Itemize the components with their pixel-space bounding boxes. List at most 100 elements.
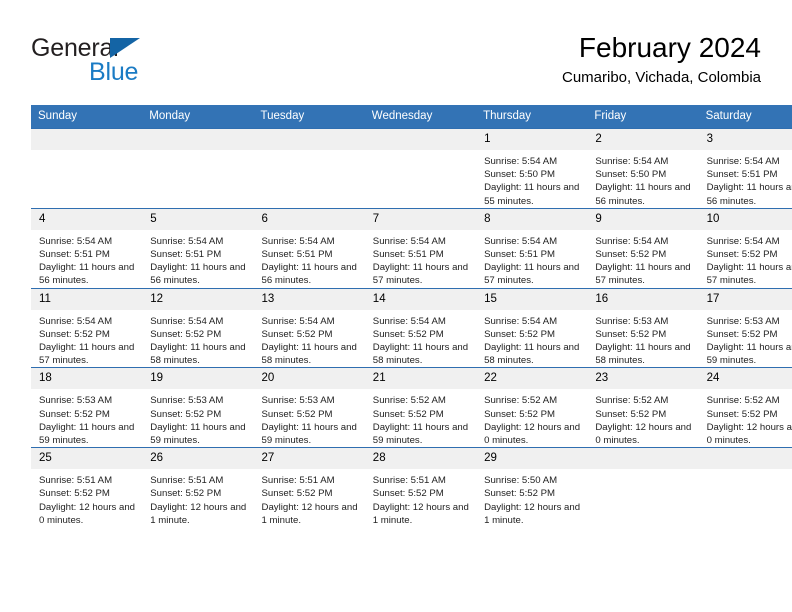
daylight-text: Daylight: 11 hours and 56 minutes. <box>595 182 691 207</box>
day-number <box>253 129 365 150</box>
sunrise-text: Sunrise: 5:53 AM <box>39 395 113 407</box>
calendar-day-cell[interactable]: 2 Sunrise: 5:54 AM Sunset: 5:50 PM Daylight… <box>587 128 699 209</box>
calendar-day-cell[interactable]: 15 Sunrise: 5:54 AM Sunset: 5:52 PM Dayligh… <box>476 287 588 368</box>
calendar-day-cell[interactable]: 11 Sunrise: 5:54 AM Sunset: 5:52 PM Dayligh… <box>31 287 143 368</box>
calendar-day-cell[interactable]: 9 Sunrise: 5:54 AM Sunset: 5:52 PM Daylight… <box>587 207 699 289</box>
sunrise-text: Sunrise: 5:54 AM <box>261 315 335 327</box>
weekday-header-thursday: Thursday <box>476 105 588 129</box>
calendar-day-cell[interactable]: 6 Sunrise: 5:54 AM Sunset: 5:51 PM Daylight… <box>253 207 365 289</box>
calendar-day-cell[interactable]: 29 Sunrise: 5:50 AM Sunset: 5:52 PM Dayligh… <box>476 447 588 528</box>
daylight-text: Daylight: 11 hours and 57 minutes. <box>484 262 580 287</box>
sunset-text: Sunset: 5:52 PM <box>150 408 222 420</box>
day-number: 17 <box>698 288 792 310</box>
page-title: February 2024 <box>578 32 761 63</box>
day-sun-info: Sunrise: 5:54 AM Sunset: 5:50 PM Daylight:… <box>587 150 698 208</box>
daylight-text: Daylight: 12 hours and 1 minute. <box>372 501 469 526</box>
sunrise-text: Sunrise: 5:53 AM <box>150 395 224 407</box>
calendar-day-cell[interactable]: 8 Sunrise: 5:54 AM Sunset: 5:51 PM Daylight… <box>476 207 588 289</box>
day-sun-info: Sunrise: 5:54 AM Sunset: 5:51 PM Daylight:… <box>699 150 792 208</box>
calendar-day-cell[interactable]: 13 Sunrise: 5:54 AM Sunset: 5:52 PM Dayligh… <box>253 287 365 368</box>
logo-triangle-icon <box>110 38 140 58</box>
calendar-day-cell-empty <box>364 128 477 209</box>
sunrise-text: Sunrise: 5:54 AM <box>706 156 780 167</box>
day-sun-info: Sunrise: 5:53 AM Sunset: 5:52 PM Daylight:… <box>254 389 365 447</box>
daylight-text: Daylight: 11 hours and 56 minutes. <box>706 182 792 207</box>
day-sun-info: Sunrise: 5:54 AM Sunset: 5:52 PM Daylight:… <box>476 310 587 368</box>
daylight-text: Daylight: 11 hours and 59 minutes. <box>261 421 357 447</box>
daylight-text: Daylight: 11 hours and 55 minutes. <box>484 182 580 207</box>
day-number: 13 <box>253 288 365 310</box>
day-number: 18 <box>31 368 143 390</box>
sunset-text: Sunset: 5:52 PM <box>261 328 333 340</box>
day-sun-info: Sunrise: 5:53 AM Sunset: 5:52 PM Daylight:… <box>699 310 792 368</box>
daylight-text: Daylight: 12 hours and 0 minutes. <box>706 421 792 447</box>
day-sun-info: Sunrise: 5:54 AM Sunset: 5:52 PM Daylight:… <box>254 310 365 368</box>
day-number: 28 <box>364 448 477 470</box>
day-sun-info: Sunrise: 5:52 AM Sunset: 5:52 PM Daylight:… <box>587 389 698 447</box>
weekday-header-friday: Friday <box>587 105 699 129</box>
sunset-text: Sunset: 5:52 PM <box>261 408 333 420</box>
day-sun-info: Sunrise: 5:54 AM Sunset: 5:52 PM Daylight:… <box>142 310 253 368</box>
calendar-day-cell-empty <box>587 447 699 528</box>
weekday-header-row: Sunday Monday Tuesday Wednesday Thursday… <box>31 105 792 129</box>
sunset-text: Sunset: 5:52 PM <box>484 328 555 340</box>
daylight-text: Daylight: 11 hours and 58 minutes. <box>595 342 691 367</box>
day-number: 5 <box>142 208 254 230</box>
weekday-header-monday: Monday <box>142 105 254 129</box>
day-sun-info: Sunrise: 5:54 AM Sunset: 5:52 PM Daylight:… <box>699 230 792 288</box>
calendar-day-cell[interactable]: 18 Sunrise: 5:53 AM Sunset: 5:52 PM Dayligh… <box>31 367 143 448</box>
sunrise-text: Sunrise: 5:53 AM <box>595 315 669 327</box>
calendar-day-cell[interactable]: 14 Sunrise: 5:54 AM Sunset: 5:52 PM Dayligh… <box>364 287 477 368</box>
calendar-day-cell[interactable]: 7 Sunrise: 5:54 AM Sunset: 5:51 PM Daylight… <box>364 207 477 289</box>
calendar-day-cell[interactable]: 5 Sunrise: 5:54 AM Sunset: 5:51 PM Daylight… <box>142 207 254 289</box>
calendar-day-cell[interactable]: 12 Sunrise: 5:54 AM Sunset: 5:52 PM Dayligh… <box>142 287 254 368</box>
calendar-day-cell[interactable]: 20 Sunrise: 5:53 AM Sunset: 5:52 PM Dayligh… <box>253 367 365 448</box>
day-sun-info: Sunrise: 5:54 AM Sunset: 5:51 PM Daylight:… <box>254 230 365 288</box>
calendar-day-cell[interactable]: 22 Sunrise: 5:52 AM Sunset: 5:52 PM Dayligh… <box>476 367 588 448</box>
logo-text-blue: Blue <box>89 58 139 86</box>
calendar-day-cell[interactable]: 4 Sunrise: 5:54 AM Sunset: 5:51 PM Daylight… <box>31 207 143 289</box>
sunset-text: Sunset: 5:51 PM <box>484 249 555 261</box>
calendar-day-cell[interactable]: 27 Sunrise: 5:51 AM Sunset: 5:52 PM Dayligh… <box>253 447 365 528</box>
calendar-day-cell[interactable]: 25 Sunrise: 5:51 AM Sunset: 5:52 PM Dayligh… <box>31 447 143 528</box>
daylight-text: Daylight: 12 hours and 0 minutes. <box>484 421 581 447</box>
calendar-day-cell[interactable]: 3 Sunrise: 5:54 AM Sunset: 5:51 PM Daylight… <box>698 128 792 209</box>
calendar-day-cell[interactable]: 17 Sunrise: 5:53 AM Sunset: 5:52 PM Dayligh… <box>698 287 792 368</box>
sunrise-text: Sunrise: 5:51 AM <box>39 475 113 487</box>
calendar-day-cell[interactable]: 21 Sunrise: 5:52 AM Sunset: 5:52 PM Dayligh… <box>364 367 477 448</box>
day-number: 20 <box>253 368 365 390</box>
calendar-day-cell[interactable]: 1 Sunrise: 5:54 AM Sunset: 5:50 PM Daylight… <box>476 128 588 209</box>
sunset-text: Sunset: 5:52 PM <box>150 488 222 500</box>
day-sun-info: Sunrise: 5:53 AM Sunset: 5:52 PM Daylight:… <box>142 389 253 447</box>
calendar-week-row: 1 Sunrise: 5:54 AM Sunset: 5:50 PM Daylight… <box>31 128 792 209</box>
calendar-day-cell[interactable]: 19 Sunrise: 5:53 AM Sunset: 5:52 PM Dayligh… <box>142 367 254 448</box>
sunset-text: Sunset: 5:52 PM <box>484 488 555 500</box>
daylight-text: Daylight: 11 hours and 59 minutes. <box>706 342 792 367</box>
day-number: 26 <box>142 448 254 470</box>
sunrise-text: Sunrise: 5:54 AM <box>484 315 558 327</box>
sunset-text: Sunset: 5:52 PM <box>595 328 667 340</box>
day-number: 8 <box>476 208 588 230</box>
sunrise-text: Sunrise: 5:52 AM <box>706 395 780 407</box>
sunrise-text: Sunrise: 5:54 AM <box>484 235 558 247</box>
sunset-text: Sunset: 5:51 PM <box>706 169 778 181</box>
calendar-day-cell[interactable]: 16 Sunrise: 5:53 AM Sunset: 5:52 PM Dayligh… <box>587 287 699 368</box>
calendar-day-cell[interactable]: 28 Sunrise: 5:51 AM Sunset: 5:52 PM Dayligh… <box>364 447 477 528</box>
calendar-day-cell[interactable]: 26 Sunrise: 5:51 AM Sunset: 5:52 PM Dayligh… <box>142 447 254 528</box>
calendar-day-cell[interactable]: 23 Sunrise: 5:52 AM Sunset: 5:52 PM Dayligh… <box>587 367 699 448</box>
day-number: 9 <box>587 208 699 230</box>
day-number <box>698 448 792 470</box>
sunrise-text: Sunrise: 5:52 AM <box>484 395 558 407</box>
sunrise-text: Sunrise: 5:52 AM <box>372 395 446 407</box>
day-sun-info: Sunrise: 5:53 AM Sunset: 5:52 PM Daylight:… <box>31 389 142 447</box>
sunrise-text: Sunrise: 5:53 AM <box>261 395 335 407</box>
sunset-text: Sunset: 5:52 PM <box>595 249 667 261</box>
daylight-text: Daylight: 11 hours and 59 minutes. <box>39 421 135 447</box>
sunset-text: Sunset: 5:52 PM <box>706 408 778 420</box>
day-number: 3 <box>698 129 792 150</box>
calendar-day-cell[interactable]: 10 Sunrise: 5:54 AM Sunset: 5:52 PM Dayligh… <box>698 207 792 289</box>
sunrise-text: Sunrise: 5:54 AM <box>261 235 335 247</box>
calendar-day-cell[interactable]: 24 Sunrise: 5:52 AM Sunset: 5:52 PM Dayligh… <box>698 367 792 448</box>
page-header: General Blue February 2024 Cumaribo, Vic… <box>31 30 761 98</box>
calendar-body: 1 Sunrise: 5:54 AM Sunset: 5:50 PM Daylight… <box>31 128 792 528</box>
